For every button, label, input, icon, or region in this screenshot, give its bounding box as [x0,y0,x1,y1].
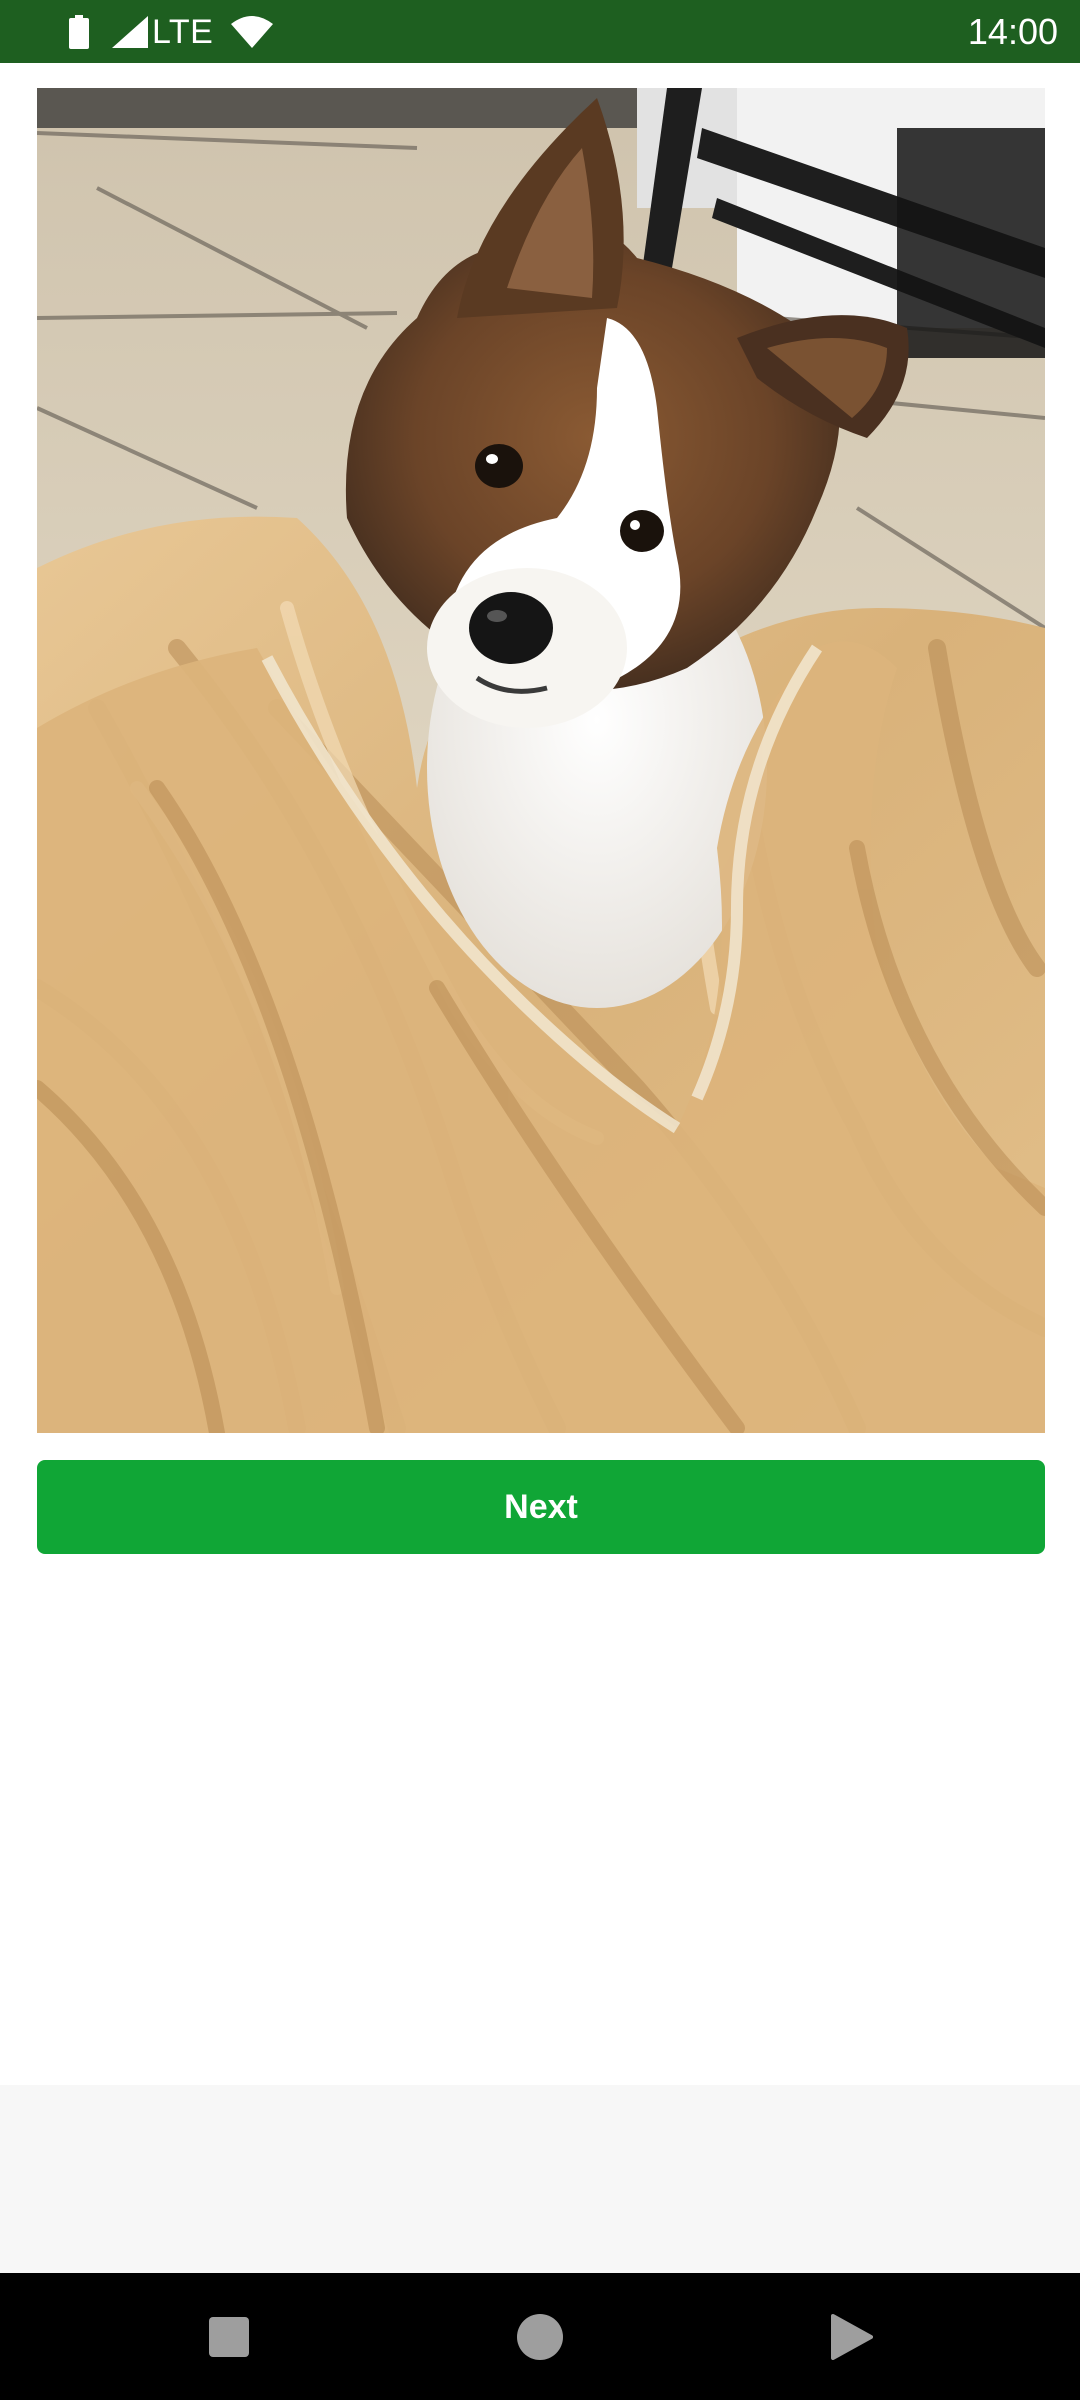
home-button[interactable] [480,2273,600,2400]
clock: 14:00 [967,10,1058,52]
signal-icon [112,15,148,48]
network-type-label: LTE [152,12,214,51]
recents-square-icon [209,2316,249,2357]
status-icons: LTE [68,0,274,63]
bottom-panel [0,2085,1080,2273]
back-triangle-icon [831,2313,873,2360]
battery-icon [68,14,90,49]
home-circle-icon [517,2313,563,2360]
back-button[interactable] [791,2273,911,2400]
status-bar: LTE 14:00 [0,0,1080,63]
next-button[interactable]: Next [37,1460,1045,1554]
navigation-bar [0,2273,1080,2400]
recents-button[interactable] [169,2273,289,2400]
puppy-photo [37,88,1045,1433]
wifi-icon [231,15,274,48]
